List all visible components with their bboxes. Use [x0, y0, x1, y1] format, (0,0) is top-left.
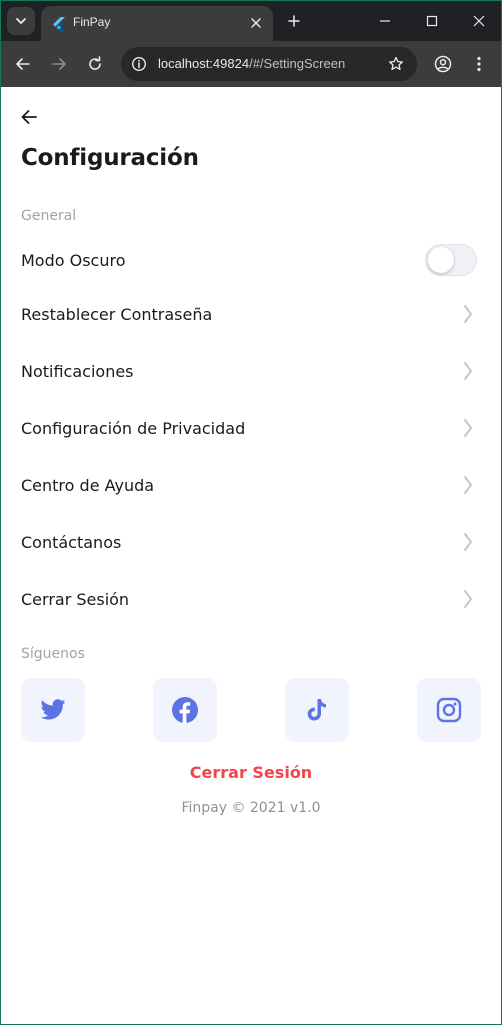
minimize-icon: [380, 20, 390, 22]
settings-screen: Configuración General Modo Oscuro Restab…: [1, 87, 501, 1024]
arrow-left-icon: [16, 58, 30, 70]
close-window-button[interactable]: [467, 9, 491, 33]
kebab-menu-icon: [477, 56, 481, 72]
social-button-twitter[interactable]: [21, 678, 85, 742]
setting-row-contact[interactable]: Contáctanos: [1, 517, 501, 567]
facebook-icon: [172, 697, 198, 723]
section-label-general: General: [21, 208, 77, 224]
social-button-facebook[interactable]: [153, 678, 217, 742]
setting-row-label: Notificaciones: [21, 361, 134, 381]
instagram-icon: [436, 697, 462, 723]
chevron-right-icon: [461, 416, 475, 440]
arrow-left-icon: [21, 110, 37, 124]
maximize-button[interactable]: [420, 9, 444, 33]
reload-button[interactable]: [83, 52, 107, 76]
close-icon: [251, 18, 261, 28]
tiktok-icon: [307, 699, 326, 721]
chevron-right-icon: [461, 530, 475, 554]
maximize-icon: [426, 15, 438, 27]
setting-row-notifications[interactable]: Notificaciones: [1, 346, 501, 396]
social-button-instagram[interactable]: [417, 678, 481, 742]
star-icon: [389, 56, 403, 71]
plus-icon: [288, 15, 300, 27]
title-bar: FinPay: [1, 1, 501, 41]
bookmark-button[interactable]: [385, 53, 407, 75]
profile-icon: [434, 55, 452, 73]
setting-row-label: Restablecer Contraseña: [21, 304, 213, 324]
profile-button[interactable]: [431, 52, 455, 76]
close-icon: [473, 15, 485, 27]
setting-row-dark-mode: Modo Oscuro: [1, 235, 501, 285]
dark-mode-label: Modo Oscuro: [21, 250, 126, 270]
browser-toolbar: localhost:49824/#/SettingScreen: [1, 41, 501, 87]
chevron-right-icon: [461, 359, 475, 383]
url-path: /#/SettingScreen: [249, 56, 346, 71]
setting-row-label: Centro de Ayuda: [21, 475, 155, 495]
dark-mode-toggle[interactable]: [425, 244, 477, 276]
setting-row-label: Configuración de Privacidad: [21, 418, 246, 438]
flutter-logo-icon: [53, 17, 65, 32]
chevron-right-icon: [461, 587, 475, 611]
reload-icon: [89, 56, 101, 70]
browser-tab[interactable]: FinPay: [41, 6, 273, 41]
browser-window: FinPay localhost:49824/#/SettingScreen C…: [1, 1, 501, 1024]
setting-row-help-center[interactable]: Centro de Ayuda: [1, 460, 501, 510]
setting-row-privacy[interactable]: Configuración de Privacidad: [1, 403, 501, 453]
toggle-knob: [428, 247, 454, 273]
tab-close-button[interactable]: [247, 14, 265, 32]
setting-row-label: Cerrar Sesión: [21, 589, 130, 609]
site-info-button[interactable]: [127, 52, 151, 76]
twitter-icon: [40, 699, 66, 720]
back-nav-button[interactable]: [11, 52, 35, 76]
address-url[interactable]: localhost:49824/#/SettingScreen: [158, 56, 345, 71]
section-label-follow: Síguenos: [21, 646, 85, 662]
tab-search-button[interactable]: [7, 7, 35, 35]
info-icon: [131, 56, 147, 72]
chevron-right-icon: [461, 473, 475, 497]
url-host: localhost:49824: [158, 56, 250, 71]
chevron-right-icon: [461, 302, 475, 326]
address-bar[interactable]: localhost:49824/#/SettingScreen: [121, 47, 417, 81]
arrow-right-icon: [52, 58, 66, 70]
page-title: Configuración: [21, 145, 199, 171]
logout-link[interactable]: Cerrar Sesión: [1, 763, 501, 782]
back-button[interactable]: [17, 105, 41, 129]
minimize-button[interactable]: [373, 9, 397, 33]
setting-row-reset-password[interactable]: Restablecer Contraseña: [1, 289, 501, 339]
browser-menu-button[interactable]: [467, 52, 491, 76]
setting-row-label: Contáctanos: [21, 532, 122, 552]
social-button-tiktok[interactable]: [285, 678, 349, 742]
new-tab-button[interactable]: [283, 10, 305, 32]
chevron-down-icon: [16, 18, 26, 24]
footer-version: Finpay © 2021 v1.0: [181, 800, 321, 816]
setting-row-logout[interactable]: Cerrar Sesión: [1, 574, 501, 624]
tab-title: FinPay: [73, 15, 111, 29]
forward-nav-button[interactable]: [47, 52, 71, 76]
